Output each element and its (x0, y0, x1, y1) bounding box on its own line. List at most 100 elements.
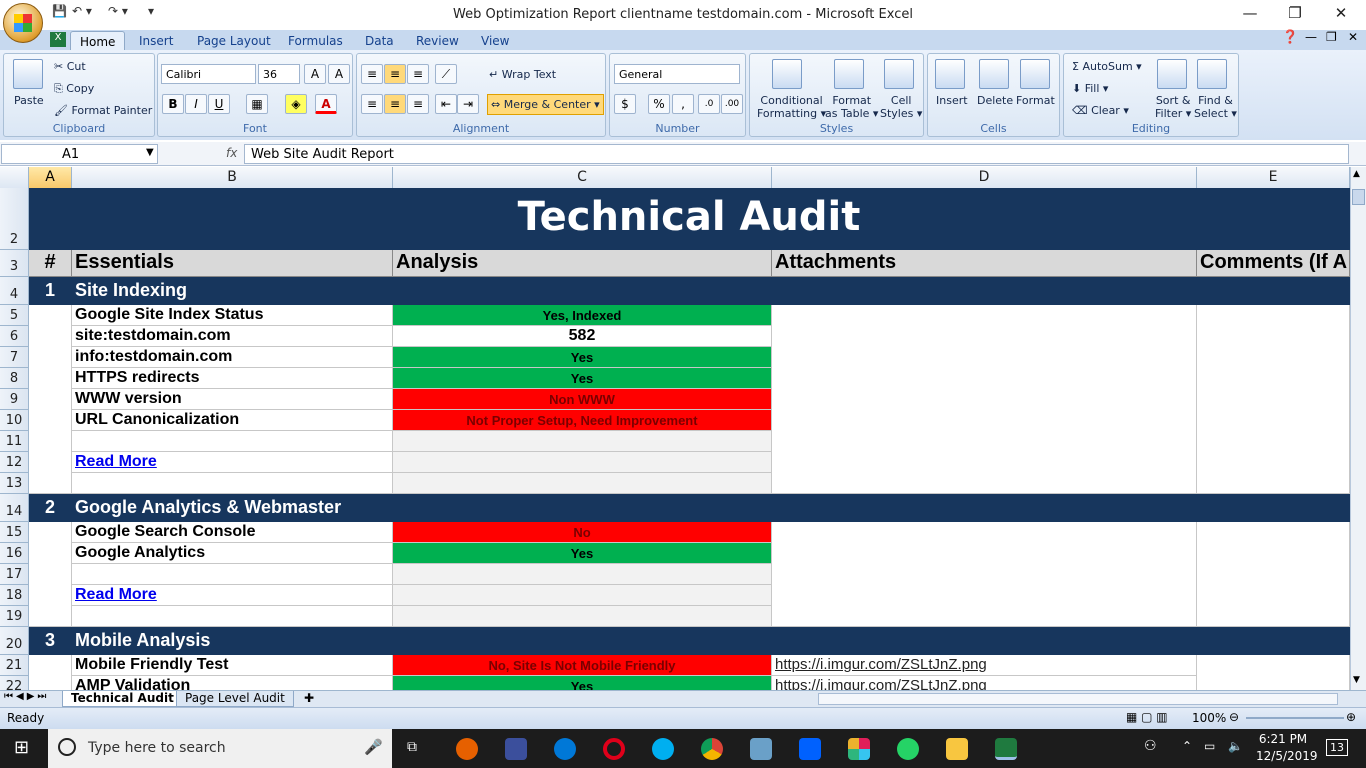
essentials-cell[interactable]: Google Site Index Status (72, 305, 393, 326)
row-header[interactable]: 5 (0, 305, 29, 326)
dropbox-icon[interactable] (799, 738, 821, 760)
insert-sheet-icon[interactable]: ✚ (296, 691, 322, 707)
bold-icon[interactable]: B (162, 94, 184, 114)
decrease-indent-icon[interactable]: ⇤ (435, 94, 457, 114)
align-right-icon[interactable]: ≡ (407, 94, 429, 114)
header-num[interactable]: # (29, 250, 72, 277)
comments-cell[interactable] (1197, 655, 1350, 690)
fill-button[interactable]: ⬇ Fill ▾ (1072, 82, 1108, 95)
chrome-icon[interactable] (701, 738, 723, 760)
close-icon[interactable]: ✕ (1331, 4, 1351, 22)
tab-formulas[interactable]: Formulas (279, 31, 352, 50)
tab-data[interactable]: Data (356, 31, 403, 50)
tab-review[interactable]: Review (407, 31, 468, 50)
merge-center-button[interactable]: ⇔ Merge & Center ▾ (487, 94, 604, 115)
skype-icon[interactable] (652, 738, 674, 760)
essentials-cell[interactable]: info:testdomain.com (72, 347, 393, 368)
empty-cell[interactable] (393, 452, 772, 473)
excel-taskbar-icon[interactable] (995, 738, 1017, 760)
conditional-formatting-button[interactable]: Conditional Formatting ▾ (757, 94, 826, 120)
row-header[interactable]: 13 (0, 473, 29, 494)
grow-font-icon[interactable]: A (304, 64, 326, 84)
essentials-cell[interactable]: HTTPS redirects (72, 368, 393, 389)
empty-cell[interactable] (393, 564, 772, 585)
select-all-corner[interactable] (0, 167, 29, 188)
autosum-button[interactable]: Σ AutoSum ▾ (1072, 60, 1142, 73)
ribbon-minimize-icon[interactable]: — (1305, 30, 1317, 44)
comma-icon[interactable]: , (672, 94, 694, 114)
sheet-nav-icon[interactable]: ⏮◀▶⏭ (4, 691, 49, 702)
name-box-dropdown-icon[interactable]: ▼ (146, 147, 154, 158)
view-buttons-icon[interactable]: ▦ ▢ ▥ (1126, 710, 1168, 724)
wrap-text-button[interactable]: ↵ Wrap Text (489, 68, 556, 81)
font-color-icon[interactable]: A (315, 94, 337, 114)
help-icon[interactable]: ❓ (1282, 30, 1298, 45)
analysis-cell[interactable]: Yes (393, 543, 772, 564)
row-header[interactable]: 3 (0, 250, 29, 277)
format-as-table-icon[interactable] (834, 59, 864, 89)
sheet-tab-technical-audit[interactable]: Technical Audit (62, 691, 183, 707)
notepad-icon[interactable] (750, 738, 772, 760)
orientation-icon[interactable]: ⟋ (435, 64, 457, 84)
clear-button[interactable]: ⌫ Clear ▾ (1072, 104, 1129, 117)
increase-indent-icon[interactable]: ⇥ (457, 94, 479, 114)
number-cell[interactable] (29, 655, 72, 690)
sheet-tab-page-level-audit[interactable]: Page Level Audit (176, 691, 294, 707)
analysis-cell[interactable]: Yes (393, 347, 772, 368)
column-header-c[interactable]: C (393, 167, 772, 188)
volume-icon[interactable]: 🔈 (1228, 739, 1243, 753)
row-header[interactable]: 22 (0, 676, 29, 690)
underline-icon[interactable]: U (208, 94, 230, 114)
attachments-cell[interactable] (772, 305, 1197, 494)
notification-badge[interactable]: 13 (1326, 739, 1348, 756)
column-header-b[interactable]: B (72, 167, 393, 188)
section-number[interactable]: 3 (29, 627, 72, 655)
empty-cell[interactable] (72, 431, 393, 452)
horizontal-scrollbar[interactable] (818, 693, 1338, 705)
borders-icon[interactable]: ▦ (246, 94, 268, 114)
column-header-d[interactable]: D (772, 167, 1197, 188)
zoom-in-icon[interactable]: ⊕ (1346, 710, 1356, 724)
row-header[interactable]: 10 (0, 410, 29, 431)
find-select-button[interactable]: Find & Select ▾ (1194, 94, 1237, 120)
essentials-cell[interactable]: AMP Validation (72, 676, 393, 690)
align-middle-icon[interactable]: ≡ (384, 64, 406, 84)
essentials-cell[interactable]: site:testdomain.com (72, 326, 393, 347)
analysis-cell[interactable]: Non WWW (393, 389, 772, 410)
clock-time[interactable]: 6:21 PM (1258, 732, 1308, 746)
zoom-slider[interactable] (1246, 717, 1344, 719)
empty-cell[interactable] (393, 606, 772, 627)
header-analysis[interactable]: Analysis (393, 250, 772, 277)
tab-view[interactable]: View (472, 31, 518, 50)
cell-styles-icon[interactable] (884, 59, 914, 89)
header-attachments[interactable]: Attachments (772, 250, 1197, 277)
header-essentials[interactable]: Essentials (72, 250, 393, 277)
sort-filter-icon[interactable] (1157, 59, 1187, 89)
binoculars-icon[interactable] (1197, 59, 1227, 89)
percent-icon[interactable]: % (648, 94, 670, 114)
workbook-close-icon[interactable]: ✕ (1348, 30, 1358, 44)
attachment-link[interactable]: https://i.imgur.com/ZSLtJnZ.png (772, 655, 1197, 676)
row-header[interactable]: 9 (0, 389, 29, 410)
fill-color-icon[interactable]: ◈ (285, 94, 307, 114)
row-header[interactable]: 17 (0, 564, 29, 585)
analysis-cell[interactable]: Not Proper Setup, Need Improvement (393, 410, 772, 431)
scroll-up-icon[interactable]: ▲ (1353, 169, 1360, 179)
essentials-cell[interactable]: WWW version (72, 389, 393, 410)
format-as-table-button[interactable]: Format as Table ▾ (825, 94, 878, 120)
row-header[interactable]: 12 (0, 452, 29, 473)
number-cell[interactable] (29, 305, 72, 494)
zoom-level[interactable]: 100% (1192, 711, 1226, 725)
number-format-select[interactable]: General (614, 64, 740, 84)
name-box[interactable]: A1 (1, 144, 158, 164)
edge-icon[interactable] (554, 738, 576, 760)
column-header-e[interactable]: E (1197, 167, 1350, 188)
tab-home[interactable]: Home (70, 31, 126, 50)
minimize-icon[interactable]: — (1240, 4, 1260, 22)
header-comments[interactable]: Comments (If A (1197, 250, 1350, 277)
row-header[interactable]: 21 (0, 655, 29, 676)
essentials-cell[interactable]: Google Analytics (72, 543, 393, 564)
decrease-decimal-icon[interactable]: .00 (721, 94, 743, 114)
empty-cell[interactable] (72, 606, 393, 627)
copy-button[interactable]: ⎘ Copy (54, 82, 94, 96)
